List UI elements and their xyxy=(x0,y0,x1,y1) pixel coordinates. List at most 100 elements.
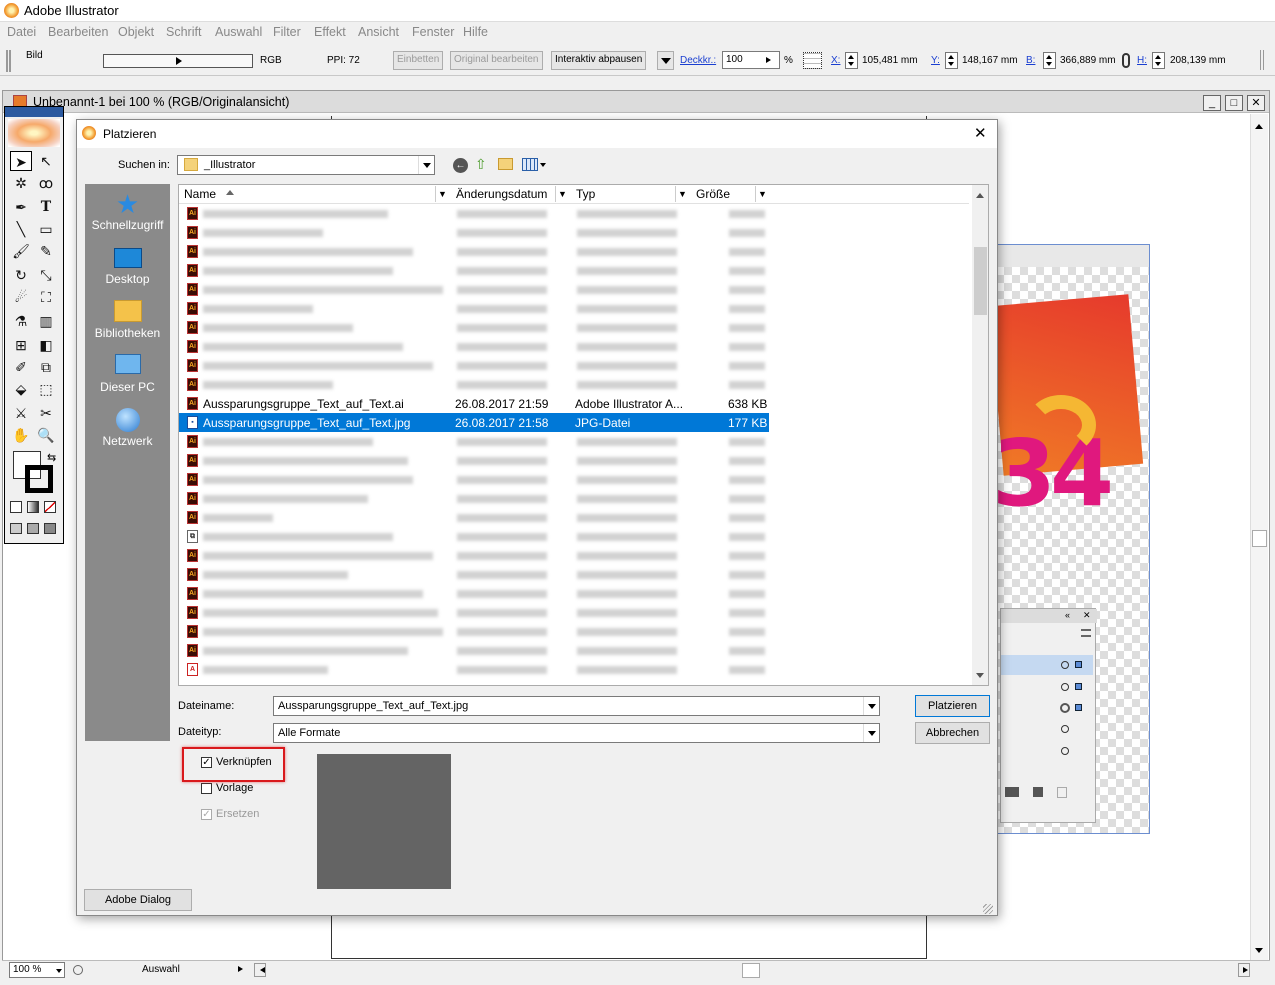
horizontal-scroll-thumb[interactable] xyxy=(742,963,760,978)
column-date-filter-button[interactable]: ▼ xyxy=(555,186,569,202)
place-this-pc[interactable]: Dieser PC xyxy=(85,354,170,394)
symbol-sprayer-tool-icon[interactable]: ⚗ xyxy=(10,311,32,331)
file-row-jpg-selected[interactable]: ▪ Aussparungsgruppe_Text_auf_Text.jpg 26… xyxy=(179,413,769,432)
opacity-arrow-icon[interactable] xyxy=(766,57,774,63)
hand-tool-icon[interactable]: ✋ xyxy=(10,425,32,445)
height-stepper[interactable] xyxy=(1152,52,1165,69)
target-icon[interactable] xyxy=(1061,747,1069,755)
list-item[interactable]: Ai xyxy=(179,223,769,242)
rotate-tool-icon[interactable]: ↻ xyxy=(10,265,32,285)
menu-schrift[interactable]: Schrift xyxy=(166,25,201,39)
trash-icon[interactable] xyxy=(1057,787,1067,798)
direct-selection-tool-icon[interactable]: ↖ xyxy=(35,151,57,171)
list-item[interactable]: Ai xyxy=(179,489,769,508)
none-mode-icon[interactable] xyxy=(44,501,56,513)
list-item[interactable]: Ai xyxy=(179,546,769,565)
resize-grip-icon[interactable] xyxy=(983,904,993,914)
gradient-mode-icon[interactable] xyxy=(27,501,39,513)
list-item[interactable]: Ai xyxy=(179,356,769,375)
list-item[interactable]: Ai xyxy=(179,641,769,660)
height-value[interactable]: 208,139 mm xyxy=(1170,55,1226,66)
eyedropper-tool-icon[interactable]: ✐ xyxy=(10,357,32,377)
embed-button[interactable]: Einbetten xyxy=(393,51,444,70)
gradient-tool-icon[interactable]: ◧ xyxy=(35,335,57,355)
list-item[interactable]: Ai xyxy=(179,603,769,622)
width-stepper[interactable] xyxy=(1043,52,1056,69)
color-mode-icon[interactable] xyxy=(10,501,22,513)
pen-tool-icon[interactable]: ✒ xyxy=(10,197,32,217)
status-text[interactable]: Auswahl xyxy=(142,964,180,975)
list-item[interactable]: Ai xyxy=(179,280,769,299)
zoom-tool-icon[interactable]: 🔍 xyxy=(35,425,57,445)
live-paint-selection-tool-icon[interactable]: ⬚ xyxy=(35,379,57,399)
column-type[interactable]: Typ xyxy=(576,187,595,201)
place-desktop[interactable]: Desktop xyxy=(85,246,170,286)
normal-screen-mode-icon[interactable] xyxy=(10,523,22,534)
menu-filter[interactable]: Filter xyxy=(273,25,301,39)
look-in-select[interactable]: _Illustrator xyxy=(177,155,435,175)
filetype-select[interactable]: Alle Formate xyxy=(273,723,880,743)
menu-datei[interactable]: Datei xyxy=(7,25,36,39)
cancel-button[interactable]: Abbrechen xyxy=(915,722,990,744)
scroll-down-icon[interactable] xyxy=(976,673,984,682)
x-stepper[interactable] xyxy=(845,52,858,69)
reference-point-icon[interactable] xyxy=(803,52,822,69)
line-tool-icon[interactable]: ╲ xyxy=(10,219,32,239)
menu-ansicht[interactable]: Ansicht xyxy=(358,25,399,39)
slice-tool-icon[interactable]: ⚔ xyxy=(10,403,32,423)
file-row-ai[interactable]: Ai Aussparungsgruppe_Text_auf_Text.ai 26… xyxy=(179,394,769,413)
live-trace-button[interactable]: Interaktiv abpausen xyxy=(551,51,647,70)
scale-tool-icon[interactable]: ⤡ xyxy=(35,265,57,285)
zoom-select[interactable]: 100 % xyxy=(9,962,65,978)
stroke-swatch[interactable] xyxy=(25,465,53,493)
pencil-tool-icon[interactable]: ✎ xyxy=(35,241,57,261)
place-network[interactable]: Netzwerk xyxy=(85,408,170,448)
scroll-up-icon[interactable] xyxy=(1255,120,1263,129)
list-item[interactable]: Ai xyxy=(179,451,769,470)
menu-effekt[interactable]: Effekt xyxy=(314,25,346,39)
close-dialog-icon[interactable]: ✕ xyxy=(974,124,987,142)
selection-indicator-icon[interactable] xyxy=(1075,704,1082,711)
list-item[interactable]: Ai xyxy=(179,375,769,394)
list-item[interactable]: A xyxy=(179,660,769,679)
target-icon[interactable] xyxy=(1061,725,1069,733)
list-item[interactable]: ⧉ xyxy=(179,527,769,546)
place-button[interactable]: Platzieren xyxy=(915,695,990,717)
list-item[interactable]: Ai xyxy=(179,337,769,356)
free-transform-tool-icon[interactable]: ⛶ xyxy=(35,287,57,307)
graph-tool-icon[interactable]: ▥ xyxy=(35,311,57,331)
replace-checkbox[interactable]: ✓ Ersetzen xyxy=(201,808,276,822)
list-item[interactable]: Ai xyxy=(179,622,769,641)
list-item[interactable]: Ai xyxy=(179,565,769,584)
menu-auswahl[interactable]: Auswahl xyxy=(215,25,262,39)
scroll-thumb[interactable] xyxy=(974,247,987,315)
scroll-down-icon[interactable] xyxy=(1255,948,1263,957)
column-size-filter-button[interactable]: ▼ xyxy=(755,186,769,202)
menu-objekt[interactable]: Objekt xyxy=(118,25,154,39)
warp-tool-icon[interactable]: ☄ xyxy=(10,287,32,307)
file-list[interactable]: Name ▼ Änderungsdatum ▼ Typ ▼ Größe ▼ Ai… xyxy=(178,184,989,686)
x-value[interactable]: 105,481 mm xyxy=(862,55,918,66)
menu-hilfe[interactable]: Hilfe xyxy=(463,25,488,39)
column-name[interactable]: Name xyxy=(184,187,216,201)
scroll-right-button[interactable] xyxy=(1238,963,1250,977)
place-quick-access[interactable]: ★ Schnellzugriff xyxy=(85,190,170,232)
paintbrush-tool-icon[interactable]: 🖌 xyxy=(10,241,32,261)
list-item[interactable]: Ai xyxy=(179,508,769,527)
scissors-tool-icon[interactable]: ✂ xyxy=(35,403,57,423)
link-filename-field[interactable] xyxy=(103,54,253,68)
new-sublayer-icon[interactable] xyxy=(1005,787,1019,797)
target-icon[interactable] xyxy=(1061,661,1069,669)
scroll-left-button[interactable] xyxy=(254,963,266,977)
chevron-down-icon[interactable] xyxy=(540,163,546,170)
selection-indicator-icon[interactable] xyxy=(1075,661,1082,668)
type-tool-icon[interactable]: T xyxy=(35,197,57,217)
list-item[interactable]: Ai xyxy=(179,584,769,603)
list-item[interactable]: Ai xyxy=(179,318,769,337)
adobe-dialog-button[interactable]: Adobe Dialog xyxy=(84,889,192,911)
selection-tool-icon[interactable]: ➤ xyxy=(10,151,32,171)
status-menu-arrow-icon[interactable] xyxy=(238,966,246,972)
back-icon[interactable]: ← xyxy=(453,158,468,173)
trace-options-button[interactable] xyxy=(657,51,674,70)
edit-original-button[interactable]: Original bearbeiten xyxy=(450,51,543,70)
